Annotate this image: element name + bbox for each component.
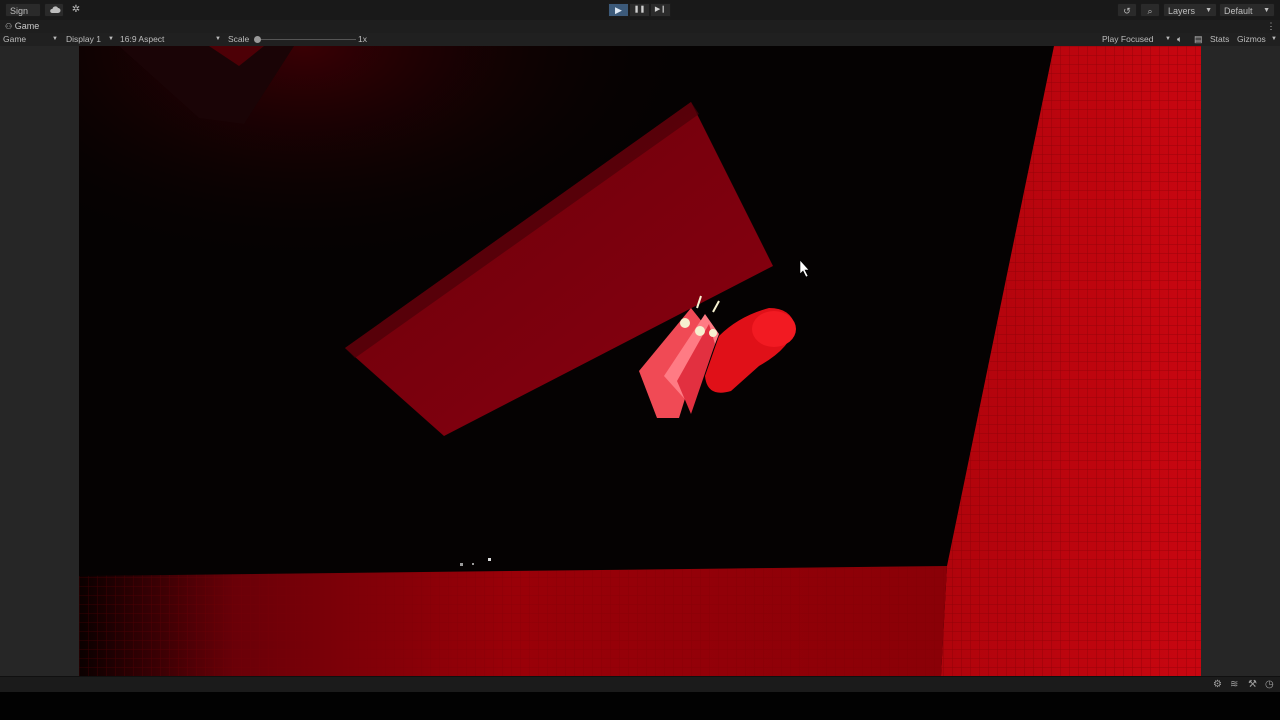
- particle: [488, 558, 491, 561]
- particle: [472, 563, 474, 565]
- game-view-toolbar: Game ▼ Display 1 ▼ 16:9 Aspect ▼ Scale 1…: [0, 33, 1280, 47]
- stats-button[interactable]: Stats: [1210, 33, 1229, 46]
- mode-label: Game: [3, 34, 27, 44]
- game-viewport[interactable]: [79, 46, 1201, 676]
- main-toolbar: Sign in ✲ ▶ ❚❚ ▶❙ ↺ ⌕ Layers ▼ Default ▼: [0, 0, 1280, 30]
- scale-value: 1x: [358, 34, 367, 44]
- play-button[interactable]: ▶: [608, 3, 629, 17]
- layers-label: Layers: [1168, 6, 1196, 16]
- mute-audio-icon[interactable]: 🔈︎: [1177, 33, 1182, 46]
- step-button[interactable]: ▶❙: [650, 3, 671, 17]
- gizmos-label: Gizmos: [1237, 34, 1266, 44]
- history-icon[interactable]: ↺: [1117, 3, 1137, 17]
- play-controls: ▶ ❚❚ ▶❙: [608, 3, 671, 17]
- scale-slider-handle[interactable]: [254, 36, 261, 43]
- gizmos-dropdown[interactable]: Gizmos ▼: [1237, 33, 1277, 46]
- services-icon[interactable]: ✲: [68, 3, 84, 17]
- play-focused-dropdown[interactable]: Play Focused ▼: [1102, 33, 1172, 46]
- game-scene: [79, 46, 1201, 676]
- cloud-icon[interactable]: [44, 3, 64, 17]
- chevron-down-icon: ▼: [108, 36, 114, 42]
- tab-bar: ⚇ Game ⋮: [0, 20, 1280, 33]
- bottom-margin: [0, 692, 1280, 720]
- status-bar: ⚙ ≋ ⚒ ◷: [0, 676, 1280, 693]
- scale-slider[interactable]: [256, 39, 356, 40]
- layout-dropdown[interactable]: Default ▼: [1219, 3, 1275, 17]
- stats-icon: ▤: [1194, 34, 1203, 44]
- chevron-down-icon: ▼: [52, 36, 58, 42]
- cache-icon[interactable]: ⚒: [1248, 679, 1257, 690]
- tab-game[interactable]: ⚇ Game: [5, 20, 39, 33]
- display-dropdown[interactable]: Display 1 ▼: [66, 33, 116, 46]
- mode-dropdown[interactable]: Game ▼: [3, 33, 58, 46]
- chevron-down-icon: ▼: [1263, 7, 1270, 14]
- layers-dropdown[interactable]: Layers ▼: [1163, 3, 1217, 17]
- sign-in-button[interactable]: Sign in: [5, 3, 41, 30]
- chevron-down-icon: ▼: [1205, 7, 1212, 14]
- particle: [460, 563, 463, 566]
- play-focused-label: Play Focused: [1102, 34, 1154, 44]
- pause-button[interactable]: ❚❚: [629, 3, 650, 17]
- chevron-down-icon: ▼: [215, 36, 221, 42]
- bug-report-icon[interactable]: ⚙: [1213, 679, 1222, 690]
- layers-stack-icon[interactable]: ≋: [1230, 679, 1238, 690]
- progress-icon[interactable]: ◷: [1265, 679, 1274, 690]
- more-options-icon[interactable]: ⋮: [1266, 20, 1276, 33]
- display-label: Display 1: [66, 34, 101, 44]
- layout-label: Default: [1224, 6, 1253, 16]
- chevron-down-icon: ▼: [1165, 36, 1171, 42]
- chevron-down-icon: ▼: [1271, 36, 1277, 42]
- aspect-dropdown[interactable]: 16:9 Aspect ▼: [120, 33, 222, 46]
- scale-label: Scale: [228, 34, 250, 44]
- tab-game-label: Game: [14, 21, 40, 31]
- aspect-label: 16:9 Aspect: [120, 34, 165, 44]
- search-icon[interactable]: ⌕: [1140, 3, 1160, 17]
- gamepad-icon: ⚇: [5, 22, 13, 31]
